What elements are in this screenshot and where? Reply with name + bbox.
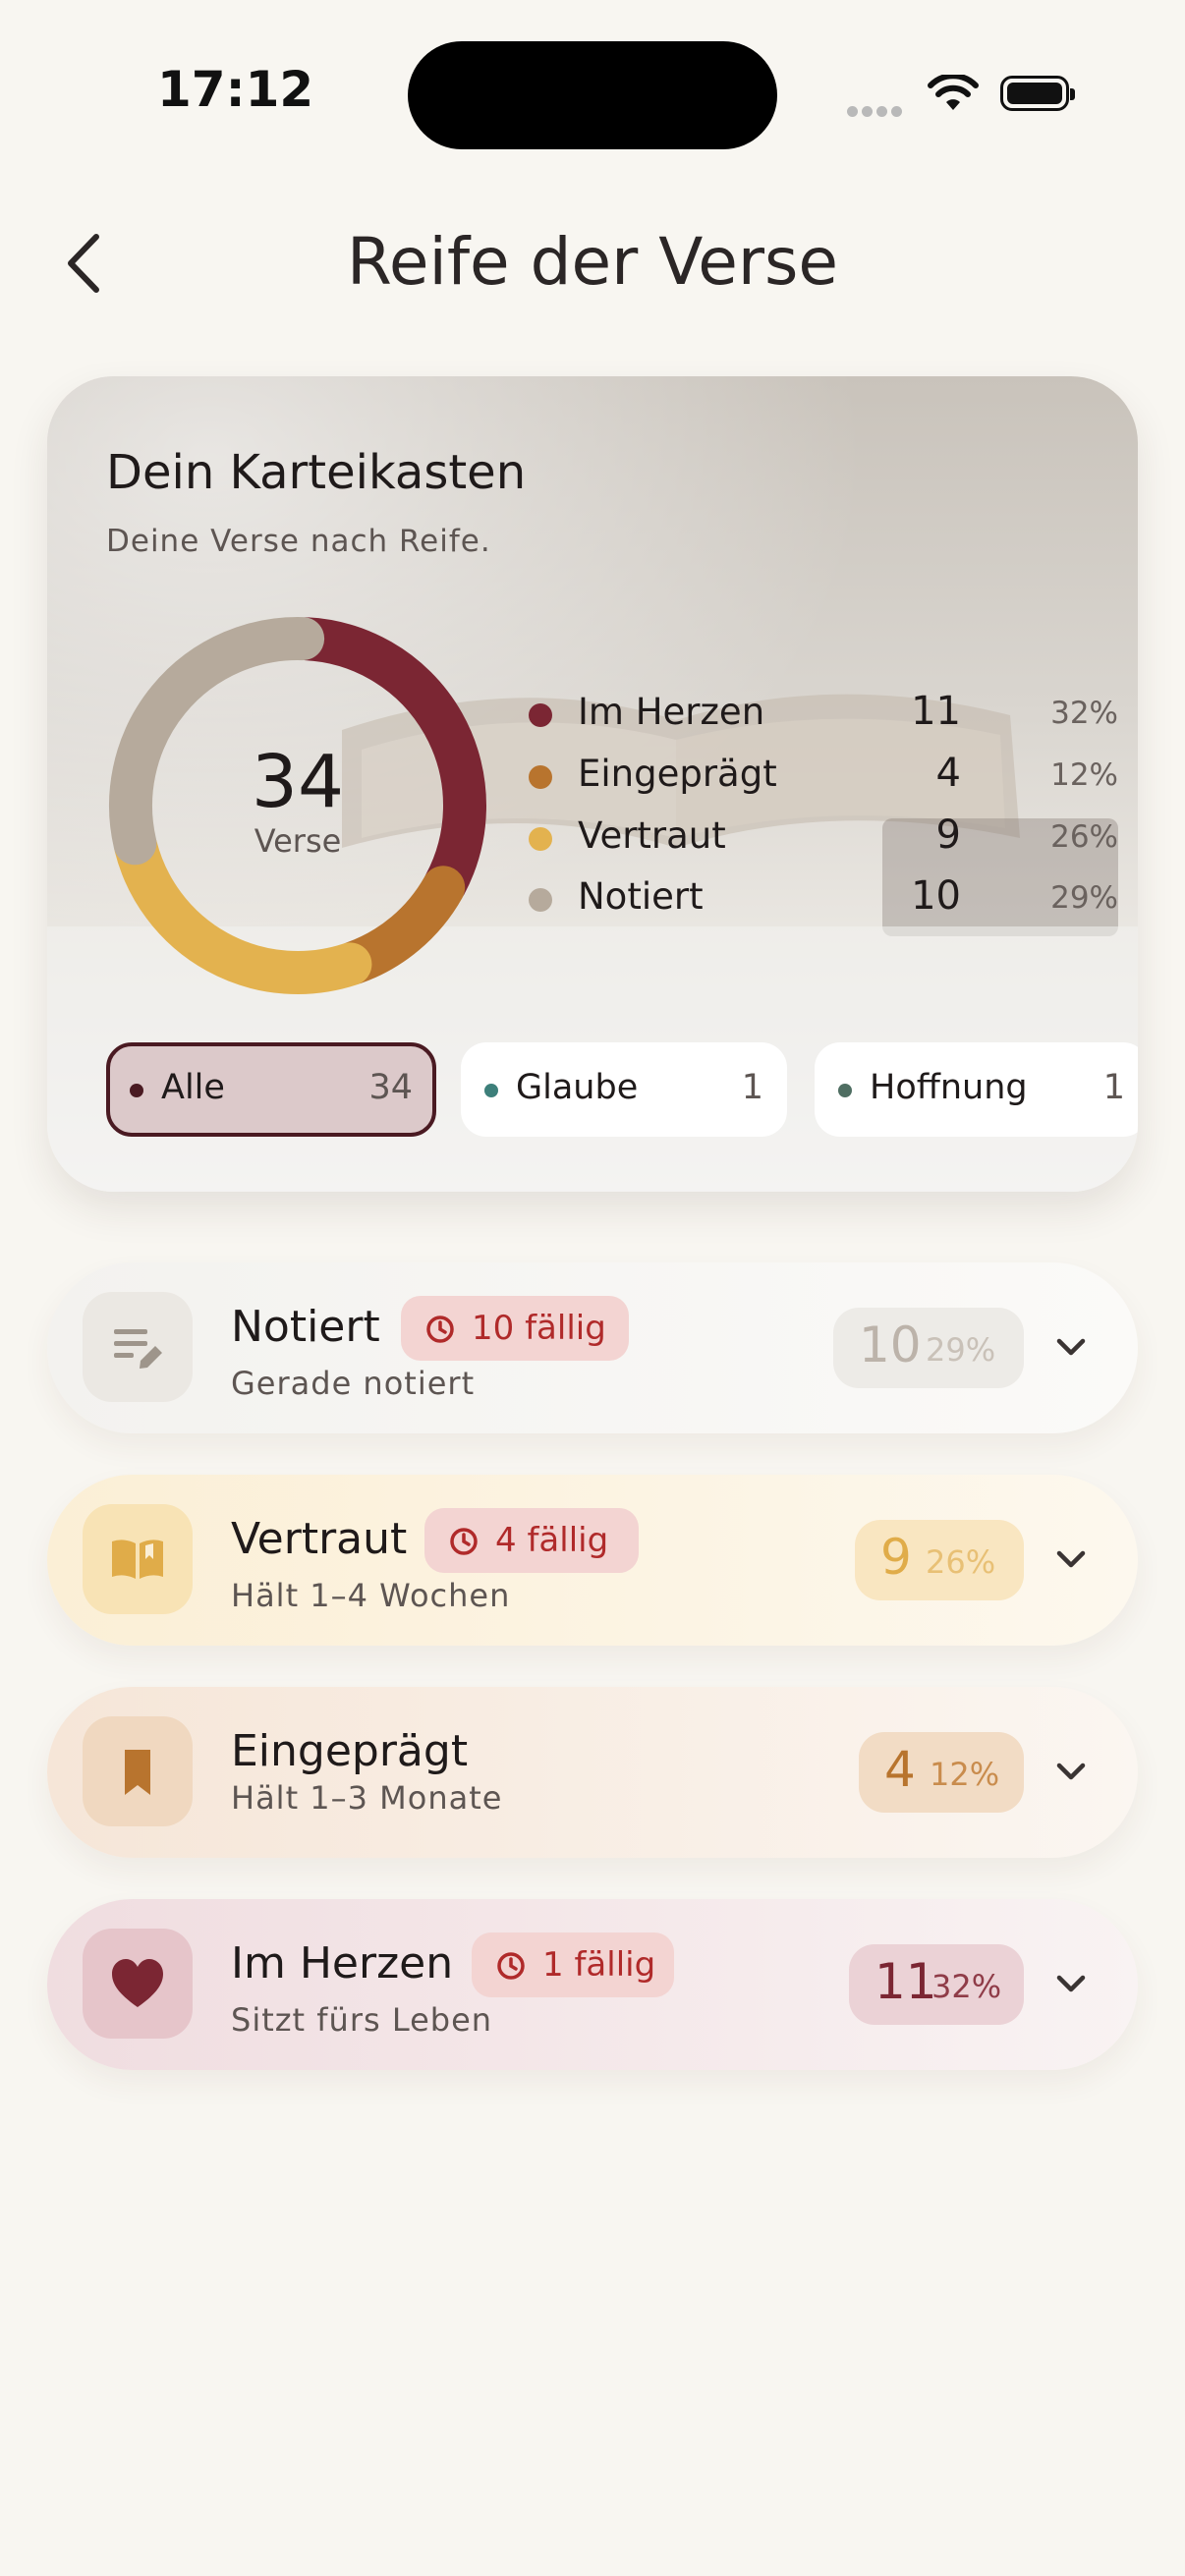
chip-label: Alle [161, 1068, 225, 1107]
bookmark-icon [83, 1716, 193, 1826]
stage-name: Notiert [231, 1302, 380, 1352]
legend-percent: 12% [1050, 757, 1118, 793]
stage-name: Im Herzen [231, 1938, 454, 1988]
chip-dot [484, 1084, 498, 1097]
stage-count-number: 11 [875, 1953, 937, 2010]
legend-dot [529, 703, 552, 727]
filter-chip-hoffnung[interactable]: Hoffnung 1 [815, 1042, 1138, 1137]
legend-dot [529, 765, 552, 789]
stage-row-vertraut[interactable]: Vertraut 4 fällig Hält 1–4 Wochen 9 26% [47, 1475, 1138, 1646]
clock-icon [426, 1316, 454, 1343]
stage-count: 4 12% [859, 1732, 1024, 1813]
stage-name: Eingeprägt [231, 1726, 469, 1776]
stage-row-eingepraegt[interactable]: Eingeprägt Hält 1–3 Monate 4 12% [47, 1687, 1138, 1858]
chevron-down-icon[interactable] [1049, 1962, 1093, 2005]
clock-icon [450, 1528, 478, 1555]
stage-count: 10 29% [833, 1308, 1024, 1388]
battery-icon [1000, 76, 1075, 111]
stage-count-percent: 29% [926, 1331, 996, 1369]
due-text: 10 fällig [472, 1309, 606, 1348]
chip-count: 1 [1102, 1068, 1125, 1107]
chip-dot [130, 1084, 143, 1097]
heart-icon [83, 1929, 193, 2039]
legend-item: Im Herzen 11 32% [529, 687, 1118, 746]
donut-segment-vertraut [114, 824, 372, 994]
total-verses-count: 34 [251, 740, 345, 824]
legend-percent: 26% [1050, 819, 1118, 855]
total-verses-label: Verse [254, 822, 342, 860]
legend-percent: 29% [1050, 880, 1118, 916]
wifi-icon [928, 73, 979, 118]
filter-chip-alle[interactable]: Alle 34 [106, 1042, 436, 1137]
stage-name: Vertraut [231, 1514, 408, 1564]
legend-name: Vertraut [578, 814, 726, 857]
stage-count-number: 10 [859, 1316, 922, 1373]
stage-description: Hält 1–4 Wochen [231, 1577, 511, 1614]
legend-item: Vertraut 9 26% [529, 811, 1118, 869]
page-title: Reife der Verse [346, 224, 839, 300]
chip-label: Hoffnung [870, 1068, 1028, 1107]
card-title: Dein Karteikasten [106, 445, 527, 500]
open-book-icon [83, 1504, 193, 1614]
legend-item: Eingeprägt 4 12% [529, 749, 1118, 808]
stage-count-number: 4 [884, 1741, 916, 1798]
stage-description: Hält 1–3 Monate [231, 1779, 503, 1817]
stage-count-number: 9 [880, 1529, 912, 1586]
overview-card: Dein Karteikasten Deine Verse nach Reife… [47, 376, 1138, 1192]
legend-count: 10 [911, 873, 961, 919]
chip-dot [838, 1084, 852, 1097]
cellular-signal-icon [847, 102, 906, 121]
stage-count: 9 26% [855, 1520, 1024, 1600]
due-badge: 10 fällig [401, 1296, 629, 1361]
legend-count: 4 [935, 751, 961, 796]
chip-count: 1 [741, 1068, 763, 1107]
legend-name: Notiert [578, 875, 704, 918]
chevron-down-icon[interactable] [1049, 1325, 1093, 1369]
dynamic-island [408, 41, 777, 149]
chevron-down-icon[interactable] [1049, 1538, 1093, 1581]
status-time: 17:12 [157, 61, 314, 118]
chevron-down-icon[interactable] [1049, 1750, 1093, 1793]
chip-label: Glaube [516, 1068, 639, 1107]
note-edit-icon [83, 1292, 193, 1402]
filter-chip-glaube[interactable]: Glaube 1 [461, 1042, 787, 1137]
clock-icon [497, 1952, 525, 1980]
stage-description: Gerade notiert [231, 1365, 476, 1402]
legend-name: Im Herzen [578, 691, 765, 733]
stage-row-notiert[interactable]: Notiert 10 fällig Gerade notiert 10 29% [47, 1262, 1138, 1433]
legend-percent: 32% [1050, 696, 1118, 731]
stage-description: Sitzt fürs Leben [231, 2001, 493, 2039]
stage-count-percent: 26% [926, 1543, 996, 1581]
due-badge: 4 fällig [424, 1508, 639, 1573]
due-badge: 1 fällig [472, 1932, 674, 1997]
chip-count: 34 [368, 1068, 413, 1107]
legend-dot [529, 827, 552, 851]
legend-name: Eingeprägt [578, 753, 777, 795]
stage-count-percent: 12% [930, 1756, 1000, 1793]
card-subtitle: Deine Verse nach Reife. [106, 524, 491, 559]
legend-count: 9 [935, 812, 961, 858]
stage-count: 11 32% [849, 1944, 1024, 2025]
filter-chips: Alle 34 Glaube 1 Hoffnung 1 [106, 1042, 1138, 1141]
legend-dot [529, 888, 552, 912]
legend-item: Notiert 10 29% [529, 871, 1118, 930]
stage-count-percent: 32% [931, 1968, 1002, 2005]
stage-row-im-herzen[interactable]: Im Herzen 1 fällig Sitzt fürs Leben 11 3… [47, 1899, 1138, 2070]
due-text: 1 fällig [542, 1945, 656, 1985]
due-text: 4 fällig [495, 1521, 609, 1560]
legend-count: 11 [911, 689, 961, 734]
